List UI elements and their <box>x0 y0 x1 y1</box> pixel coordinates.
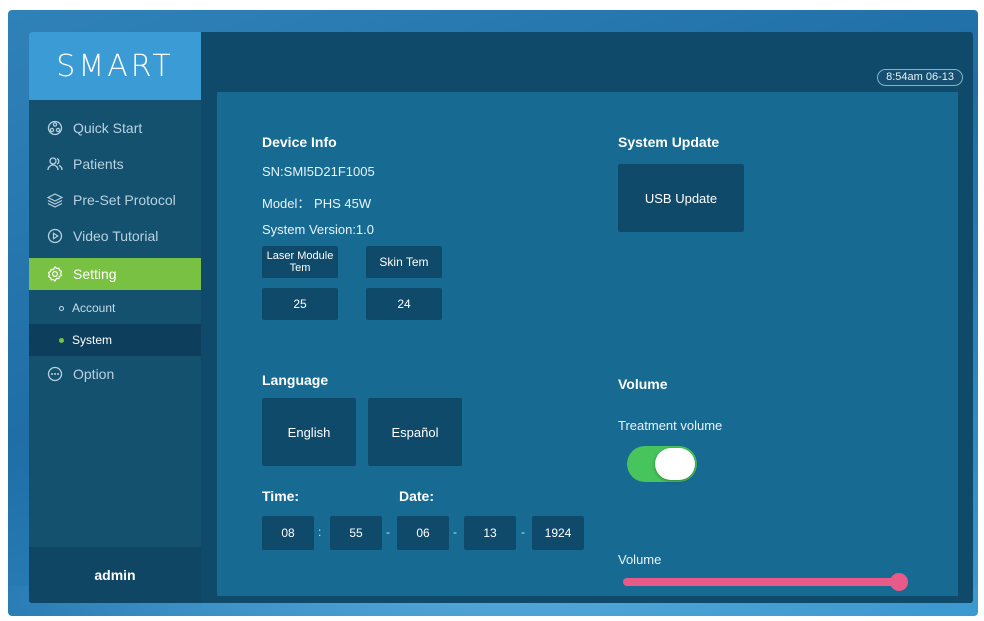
skin-temp-value: 24 <box>366 288 442 320</box>
app-window: SMART Quick Start Patients Pre-Set Proto… <box>29 32 973 603</box>
sidebar-item-label: Pre-Set Protocol <box>73 192 176 208</box>
more-icon <box>47 366 63 382</box>
date-separator: - <box>521 525 525 539</box>
treatment-volume-toggle[interactable] <box>627 446 697 482</box>
system-version: System Version:1.0 <box>262 222 374 237</box>
volume-slider-label: Volume <box>618 552 662 567</box>
screen-background: SMART Quick Start Patients Pre-Set Proto… <box>8 10 978 616</box>
play-icon <box>47 228 63 244</box>
sidebar-item-label: Option <box>73 366 115 382</box>
sidebar-subitem-system[interactable]: System <box>29 324 201 356</box>
language-english-button[interactable]: English <box>262 398 356 466</box>
sidebar-item-pre-set-protocol[interactable]: Pre-Set Protocol <box>29 182 201 218</box>
clock-badge: 8:54am 06-13 <box>877 69 963 86</box>
sidebar-nav: Quick Start Patients Pre-Set Protocol Vi… <box>29 110 201 392</box>
patients-icon <box>47 156 63 172</box>
model-text: Model： PHS 45W <box>262 196 372 211</box>
sidebar-subitem-account[interactable]: Account <box>29 292 201 324</box>
bullet-icon <box>59 305 64 311</box>
sidebar-item-label: Quick Start <box>73 120 143 136</box>
gear-icon <box>47 266 63 282</box>
bullet-icon <box>59 337 64 343</box>
quick-start-icon <box>47 120 63 136</box>
device-info-title: Device Info <box>262 134 337 150</box>
current-user: admin <box>29 547 201 603</box>
sidebar-item-patients[interactable]: Patients <box>29 146 201 182</box>
volume-slider-track <box>623 578 899 586</box>
minute-field[interactable]: 55 <box>330 516 382 550</box>
month-field[interactable]: 06 <box>397 516 449 550</box>
language-espanol-button[interactable]: Español <box>368 398 462 466</box>
volume-slider-thumb[interactable] <box>890 573 908 591</box>
sidebar-item-label: Setting <box>73 266 117 282</box>
sidebar-item-video-tutorial[interactable]: Video Tutorial <box>29 218 201 254</box>
sidebar-item-option[interactable]: Option <box>29 356 201 392</box>
settings-panel: Device Info SN:SMI5D21F1005 Model： PHS 4… <box>217 92 958 596</box>
volume-title: Volume <box>618 376 668 392</box>
treatment-volume-label: Treatment volume <box>618 418 723 433</box>
sidebar-item-setting[interactable]: Setting <box>29 258 201 290</box>
language-title: Language <box>262 372 329 388</box>
sidebar-item-label: Video Tutorial <box>73 228 159 244</box>
sidebar: SMART Quick Start Patients Pre-Set Proto… <box>29 32 201 603</box>
layers-icon <box>47 192 63 208</box>
usb-update-button[interactable]: USB Update <box>618 164 744 232</box>
toggle-knob <box>655 448 695 480</box>
date-label: Date: <box>399 488 435 504</box>
serial-number: SN:SMI5D21F1005 <box>262 164 375 179</box>
sidebar-subitem-label: Account <box>72 301 116 315</box>
app-logo: SMART <box>29 32 201 100</box>
time-label: Time: <box>262 488 300 504</box>
laser-module-temp-label: Laser Module Tem <box>262 246 338 278</box>
hour-field[interactable]: 08 <box>262 516 314 550</box>
time-separator: : <box>318 525 322 539</box>
sidebar-item-label: Patients <box>73 156 124 172</box>
date-separator: - <box>386 525 390 539</box>
volume-slider[interactable] <box>623 573 908 591</box>
system-update-title: System Update <box>618 134 720 150</box>
laser-module-temp-value: 25 <box>262 288 338 320</box>
sidebar-item-quick-start[interactable]: Quick Start <box>29 110 201 146</box>
year-field[interactable]: 1924 <box>532 516 584 550</box>
date-separator: - <box>453 525 457 539</box>
skin-temp-label: Skin Tem <box>366 246 442 278</box>
day-field[interactable]: 13 <box>464 516 516 550</box>
sidebar-subitem-label: System <box>72 333 113 347</box>
